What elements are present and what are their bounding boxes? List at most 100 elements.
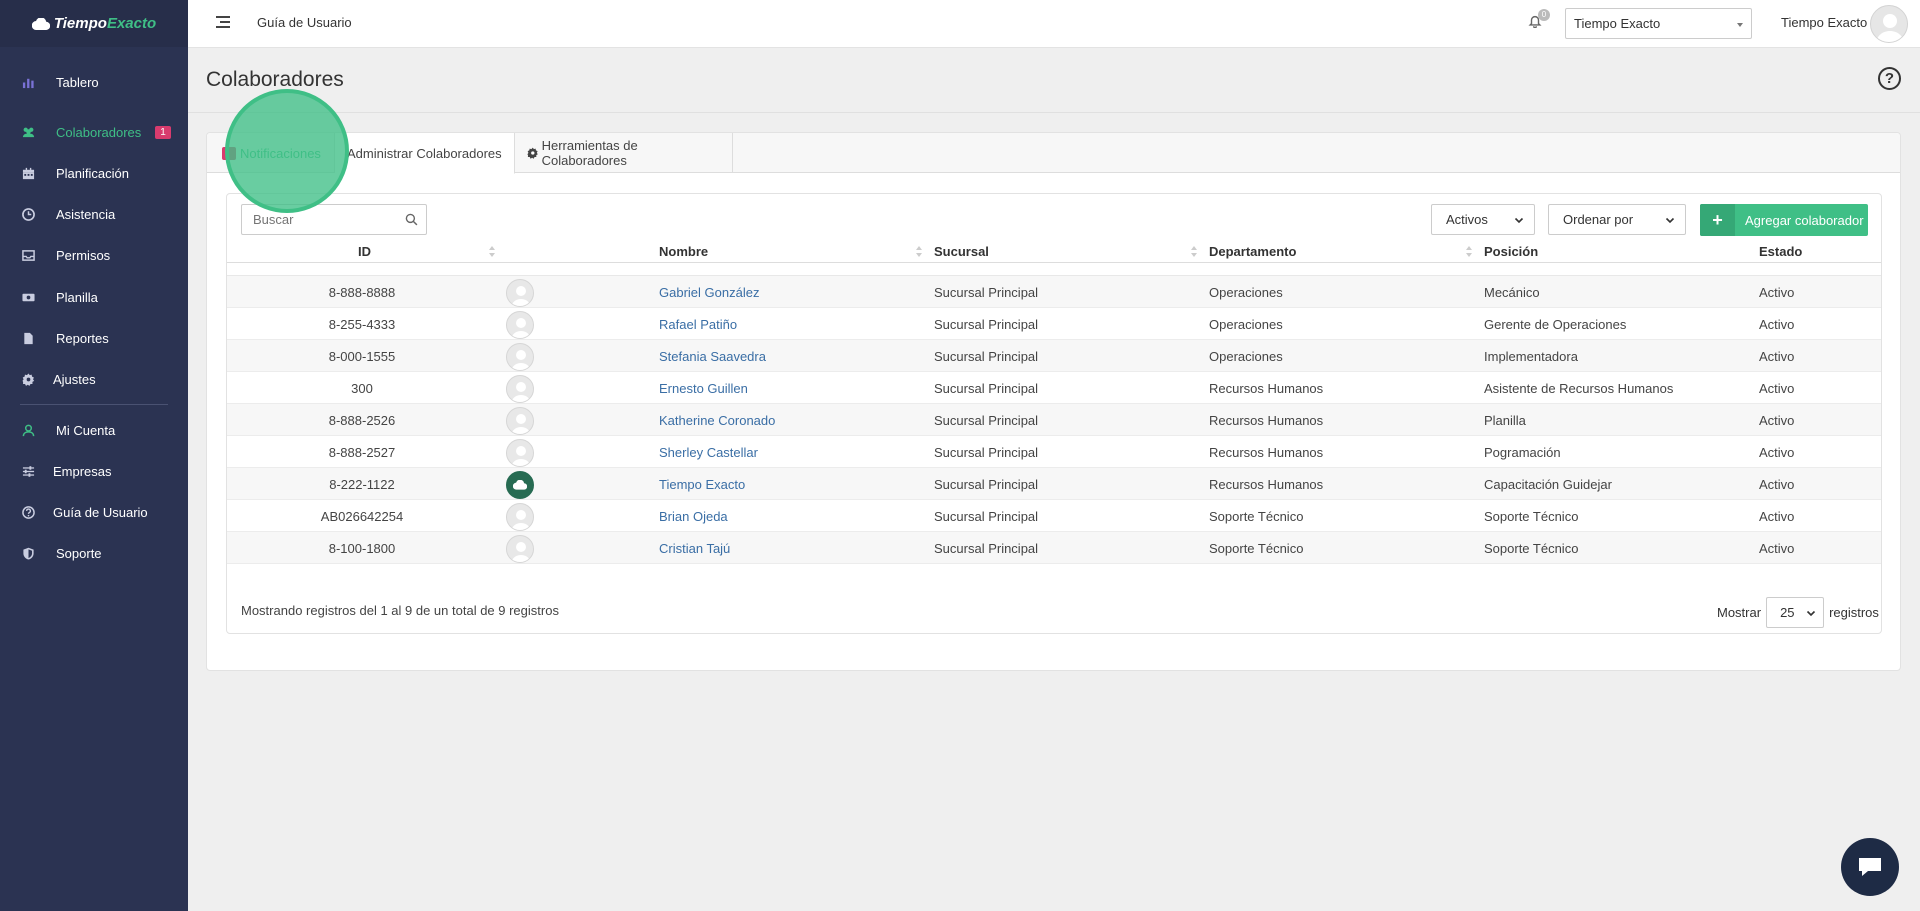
sidebar-item-label: Soporte bbox=[56, 545, 102, 561]
row-avatar[interactable] bbox=[506, 279, 534, 307]
row-avatar[interactable] bbox=[506, 343, 534, 371]
row-avatar[interactable] bbox=[506, 503, 534, 531]
cell-status: Activo bbox=[1759, 541, 1795, 556]
sidebar-item-asistencia[interactable]: Asistencia bbox=[0, 197, 188, 231]
cell-name-link[interactable]: Rafael Patiño bbox=[659, 317, 737, 332]
column-header-nombre[interactable]: Nombre bbox=[659, 244, 708, 259]
chevron-down-icon bbox=[1806, 610, 1816, 617]
bar-chart-icon bbox=[21, 75, 35, 89]
table-row[interactable]: 8-888-2527 Sherley Castellar Sucursal Prin… bbox=[227, 436, 1881, 468]
row-avatar[interactable] bbox=[506, 439, 534, 467]
table-row[interactable]: 8-888-8888 Gabriel González Sucursal Princ… bbox=[227, 276, 1881, 308]
sidebar-item-ajustes[interactable]: Ajustes bbox=[0, 362, 188, 396]
menu-toggle-icon[interactable] bbox=[216, 16, 230, 28]
sidebar-item-guia-de-usuario[interactable]: Guía de Usuario bbox=[0, 495, 188, 529]
row-avatar[interactable] bbox=[506, 375, 534, 403]
company-select[interactable]: Tiempo Exacto bbox=[1565, 8, 1752, 39]
user-avatar[interactable] bbox=[1870, 5, 1908, 43]
table-row[interactable]: 8-222-1122 Tiempo Exacto Sucursal Principa… bbox=[227, 468, 1881, 500]
column-header-sucursal[interactable]: Sucursal bbox=[934, 244, 989, 259]
cell-id: AB026642254 bbox=[320, 509, 404, 524]
table-row[interactable]: AB026642254 Brian Ojeda Sucursal Principal… bbox=[227, 500, 1881, 532]
chat-support-button[interactable] bbox=[1841, 838, 1899, 896]
sort-icon[interactable] bbox=[489, 246, 495, 257]
file-icon bbox=[21, 331, 35, 345]
cell-position: Soporte Técnico bbox=[1484, 509, 1579, 524]
row-avatar[interactable] bbox=[506, 311, 534, 339]
cell-status: Activo bbox=[1759, 285, 1795, 300]
sidebar-item-tablero[interactable]: Tablero bbox=[0, 65, 188, 99]
cell-branch: Sucursal Principal bbox=[934, 445, 1039, 460]
column-header-departamento[interactable]: Departamento bbox=[1209, 244, 1296, 259]
brand-logo[interactable]: Tiempo Exacto bbox=[0, 0, 188, 47]
sort-icon[interactable] bbox=[916, 246, 922, 257]
row-avatar[interactable] bbox=[506, 471, 534, 499]
cell-name-link[interactable]: Brian Ojeda bbox=[659, 509, 728, 524]
cloud-icon bbox=[31, 17, 50, 30]
chevron-down-icon bbox=[1665, 217, 1675, 224]
cell-status: Activo bbox=[1759, 445, 1795, 460]
column-header-posicion[interactable]: Posición bbox=[1484, 244, 1538, 259]
column-header-id[interactable]: ID bbox=[358, 244, 371, 259]
tab-herramientas-colaboradores[interactable]: Herramientas de Colaboradores bbox=[515, 133, 733, 173]
tab-notificaciones[interactable]: Notificaciones bbox=[207, 133, 335, 173]
avatar-placeholder-icon bbox=[511, 382, 531, 402]
inbox-icon bbox=[21, 248, 35, 262]
avatar-placeholder-icon bbox=[511, 510, 531, 530]
tab-administrar-colaboradores[interactable]: Administrar Colaboradores bbox=[335, 133, 515, 174]
search-icon[interactable] bbox=[405, 213, 418, 226]
cell-name-link[interactable]: Sherley Castellar bbox=[659, 445, 758, 460]
topbar: Guía de Usuario 0 Tiempo Exacto Tiempo E… bbox=[188, 0, 1920, 48]
cell-name-link[interactable]: Gabriel González bbox=[659, 285, 759, 300]
search-box[interactable] bbox=[241, 204, 427, 235]
cell-name-link[interactable]: Stefania Saavedra bbox=[659, 349, 766, 364]
add-collaborator-label: Agregar colaborador bbox=[1745, 212, 1864, 228]
money-icon bbox=[21, 290, 35, 304]
sidebar-item-mi-cuenta[interactable]: Mi Cuenta bbox=[0, 413, 188, 447]
sidebar-item-soporte[interactable]: Soporte bbox=[0, 536, 188, 570]
sort-icon[interactable] bbox=[1191, 246, 1197, 257]
page-size-select[interactable]: 25 bbox=[1766, 597, 1825, 628]
sidebar-item-planificacion[interactable]: Planificación bbox=[0, 156, 188, 190]
row-avatar[interactable] bbox=[506, 535, 534, 563]
sidebar-item-empresas[interactable]: Empresas bbox=[0, 454, 188, 488]
table-row[interactable]: 8-100-1800 Cristian Tajú Sucursal Principa… bbox=[227, 532, 1881, 564]
sidebar-item-permisos[interactable]: Permisos bbox=[0, 238, 188, 272]
help-button[interactable]: ? bbox=[1878, 67, 1901, 90]
sort-icon[interactable] bbox=[1466, 246, 1472, 257]
cell-position: Soporte Técnico bbox=[1484, 541, 1579, 556]
status-filter-select[interactable]: Activos bbox=[1431, 204, 1535, 235]
cell-name-link[interactable]: Ernesto Guillen bbox=[659, 381, 748, 396]
add-collaborator-button[interactable]: + Agregar colaborador bbox=[1700, 204, 1868, 236]
sidebar-item-reportes[interactable]: Reportes bbox=[0, 321, 188, 355]
cell-name-link[interactable]: Tiempo Exacto bbox=[659, 477, 745, 492]
sidebar-item-label: Reportes bbox=[56, 330, 109, 346]
sidebar-item-label: Colaboradores bbox=[56, 124, 142, 140]
cell-department: Recursos Humanos bbox=[1209, 477, 1324, 492]
table-row[interactable]: 8-888-2526 Katherine Coronado Sucursal Pri… bbox=[227, 404, 1881, 436]
cell-name-link[interactable]: Cristian Tajú bbox=[659, 541, 730, 556]
sidebar-item-label: Planilla bbox=[56, 289, 98, 305]
notification-bell-icon[interactable]: 0 bbox=[1528, 9, 1550, 30]
table-row[interactable]: 8-255-4333 Rafael Patiño Sucursal Principa… bbox=[227, 308, 1881, 340]
sliders-icon bbox=[21, 464, 35, 478]
order-by-select[interactable]: Ordenar por bbox=[1548, 204, 1686, 235]
question-icon bbox=[21, 505, 35, 519]
cell-id: 8-000-1555 bbox=[328, 349, 396, 364]
cell-position: Planilla bbox=[1484, 413, 1526, 428]
user-guide-link[interactable]: Guía de Usuario bbox=[257, 15, 352, 30]
cell-department: Recursos Humanos bbox=[1209, 445, 1324, 460]
table-row[interactable]: 300 Ernesto Guillen Sucursal Principal Recu… bbox=[227, 372, 1881, 404]
table-row[interactable]: 8-000-1555 Stefania Saavedra Sucursal Prin… bbox=[227, 340, 1881, 372]
show-label: Mostrar bbox=[1717, 605, 1762, 620]
search-input[interactable] bbox=[242, 205, 392, 234]
sidebar-item-planilla[interactable]: Planilla bbox=[0, 280, 188, 314]
records-info: Mostrando registros del 1 al 9 de un tot… bbox=[241, 603, 559, 618]
cell-name-link[interactable]: Katherine Coronado bbox=[659, 413, 775, 428]
cell-branch: Sucursal Principal bbox=[934, 381, 1039, 396]
column-header-estado[interactable]: Estado bbox=[1759, 244, 1802, 259]
user-name[interactable]: Tiempo Exacto bbox=[1781, 15, 1867, 30]
sidebar-item-colaboradores[interactable]: Colaboradores 1 bbox=[0, 115, 188, 149]
row-avatar[interactable] bbox=[506, 407, 534, 435]
caret-down-icon bbox=[1737, 23, 1743, 27]
